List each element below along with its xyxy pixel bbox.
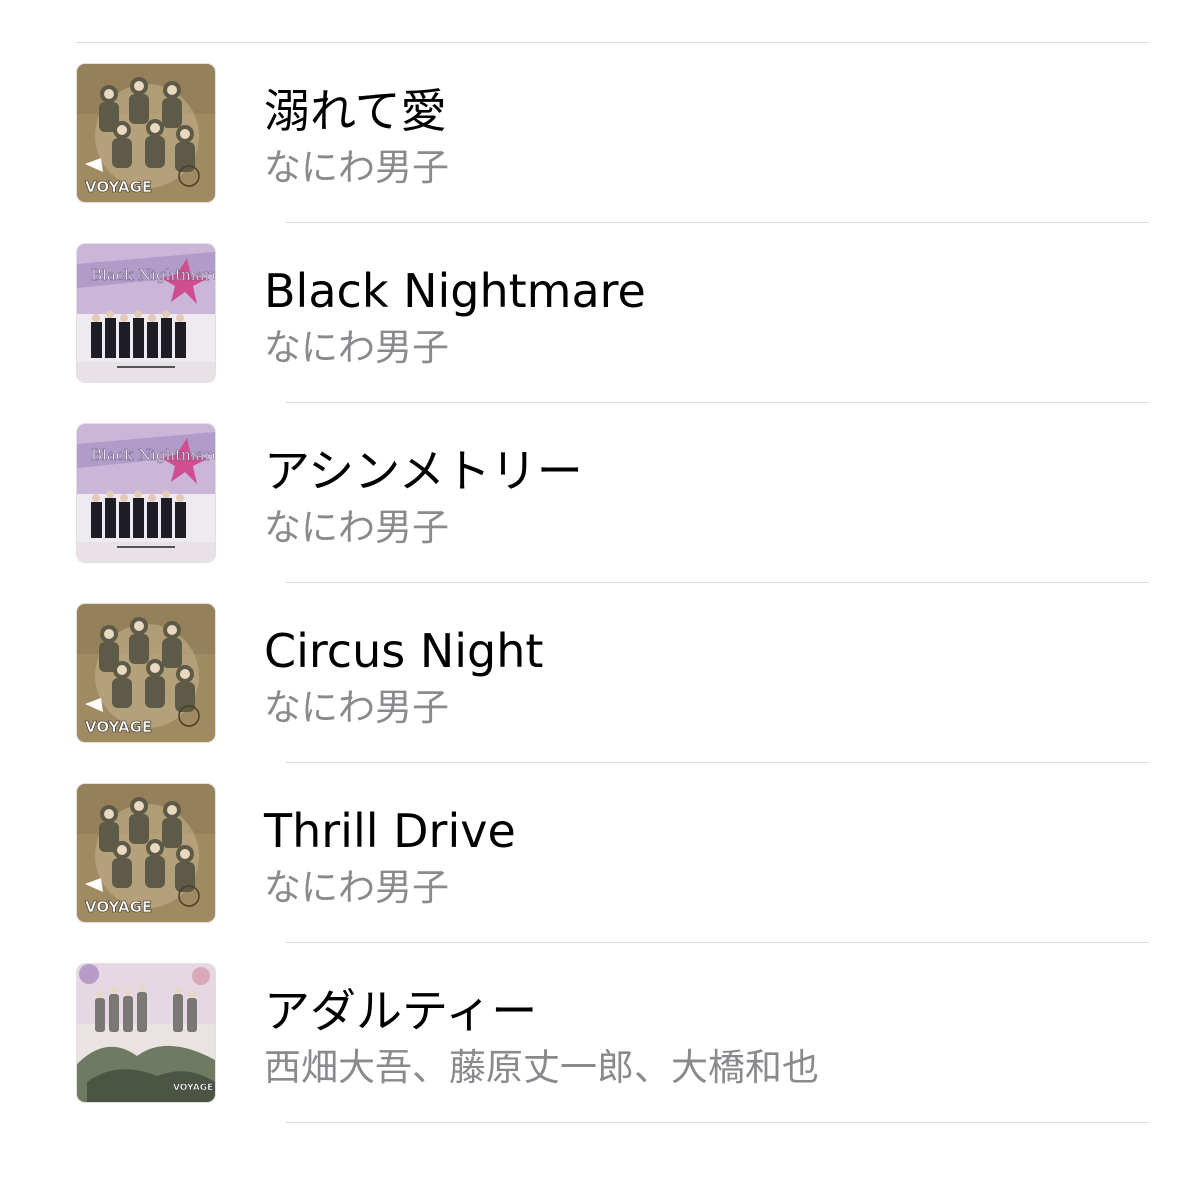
album-artwork: VOYAGE [77, 64, 215, 202]
black-nightmare-cover-art: Black Nightmare [77, 424, 215, 562]
row-divider [286, 1122, 1149, 1123]
adulty-cover-art: VOYAGE [77, 964, 215, 1102]
song-row[interactable]: VOYAGE Thrill Drive なにわ男子 [0, 763, 1179, 943]
song-title: アシンメトリー [264, 444, 583, 498]
song-title: Circus Night [264, 624, 544, 678]
album-artwork: VOYAGE [77, 964, 215, 1102]
song-row[interactable]: VOYAGE アダルティー 西畑大吾、藤原丈一郎、大橋和也 [0, 943, 1179, 1123]
song-title: アダルティー [264, 984, 538, 1038]
song-list: VOYAGE 溺れて愛 なにわ男子 Black Nightmare Black … [0, 43, 1179, 1123]
album-artwork: VOYAGE [77, 604, 215, 742]
black-nightmare-cover-art: Black Nightmare [77, 244, 215, 382]
song-artist: なにわ男子 [264, 866, 449, 909]
voyage-cover-art: VOYAGE [77, 64, 215, 202]
song-row[interactable]: Black Nightmare Black Nightmare なにわ男子 [0, 223, 1179, 403]
svg-text:VOYAGE: VOYAGE [85, 178, 152, 196]
album-artwork: Black Nightmare [77, 244, 215, 382]
song-row[interactable]: VOYAGE 溺れて愛 なにわ男子 [0, 43, 1179, 223]
album-artwork: VOYAGE [77, 784, 215, 922]
song-title: Black Nightmare [264, 264, 646, 318]
svg-text:VOYAGE: VOYAGE [173, 1083, 213, 1093]
voyage-cover-art: VOYAGE [77, 784, 215, 922]
song-artist: なにわ男子 [264, 686, 449, 729]
song-row[interactable]: VOYAGE Circus Night なにわ男子 [0, 583, 1179, 763]
svg-text:Black Nightmare: Black Nightmare [91, 266, 215, 284]
svg-text:Black Nightmare: Black Nightmare [91, 446, 215, 464]
song-title: Thrill Drive [264, 804, 516, 858]
album-artwork: Black Nightmare [77, 424, 215, 562]
song-row[interactable]: Black Nightmare アシンメトリー なにわ男子 [0, 403, 1179, 583]
voyage-cover-art: VOYAGE [77, 604, 215, 742]
song-artist: なにわ男子 [264, 326, 449, 369]
song-artist: なにわ男子 [264, 506, 449, 549]
song-artist: なにわ男子 [264, 146, 449, 189]
svg-text:VOYAGE: VOYAGE [85, 718, 152, 736]
song-title: 溺れて愛 [264, 84, 447, 138]
song-artist: 西畑大吾、藤原丈一郎、大橋和也 [264, 1046, 819, 1089]
svg-text:VOYAGE: VOYAGE [85, 898, 152, 916]
